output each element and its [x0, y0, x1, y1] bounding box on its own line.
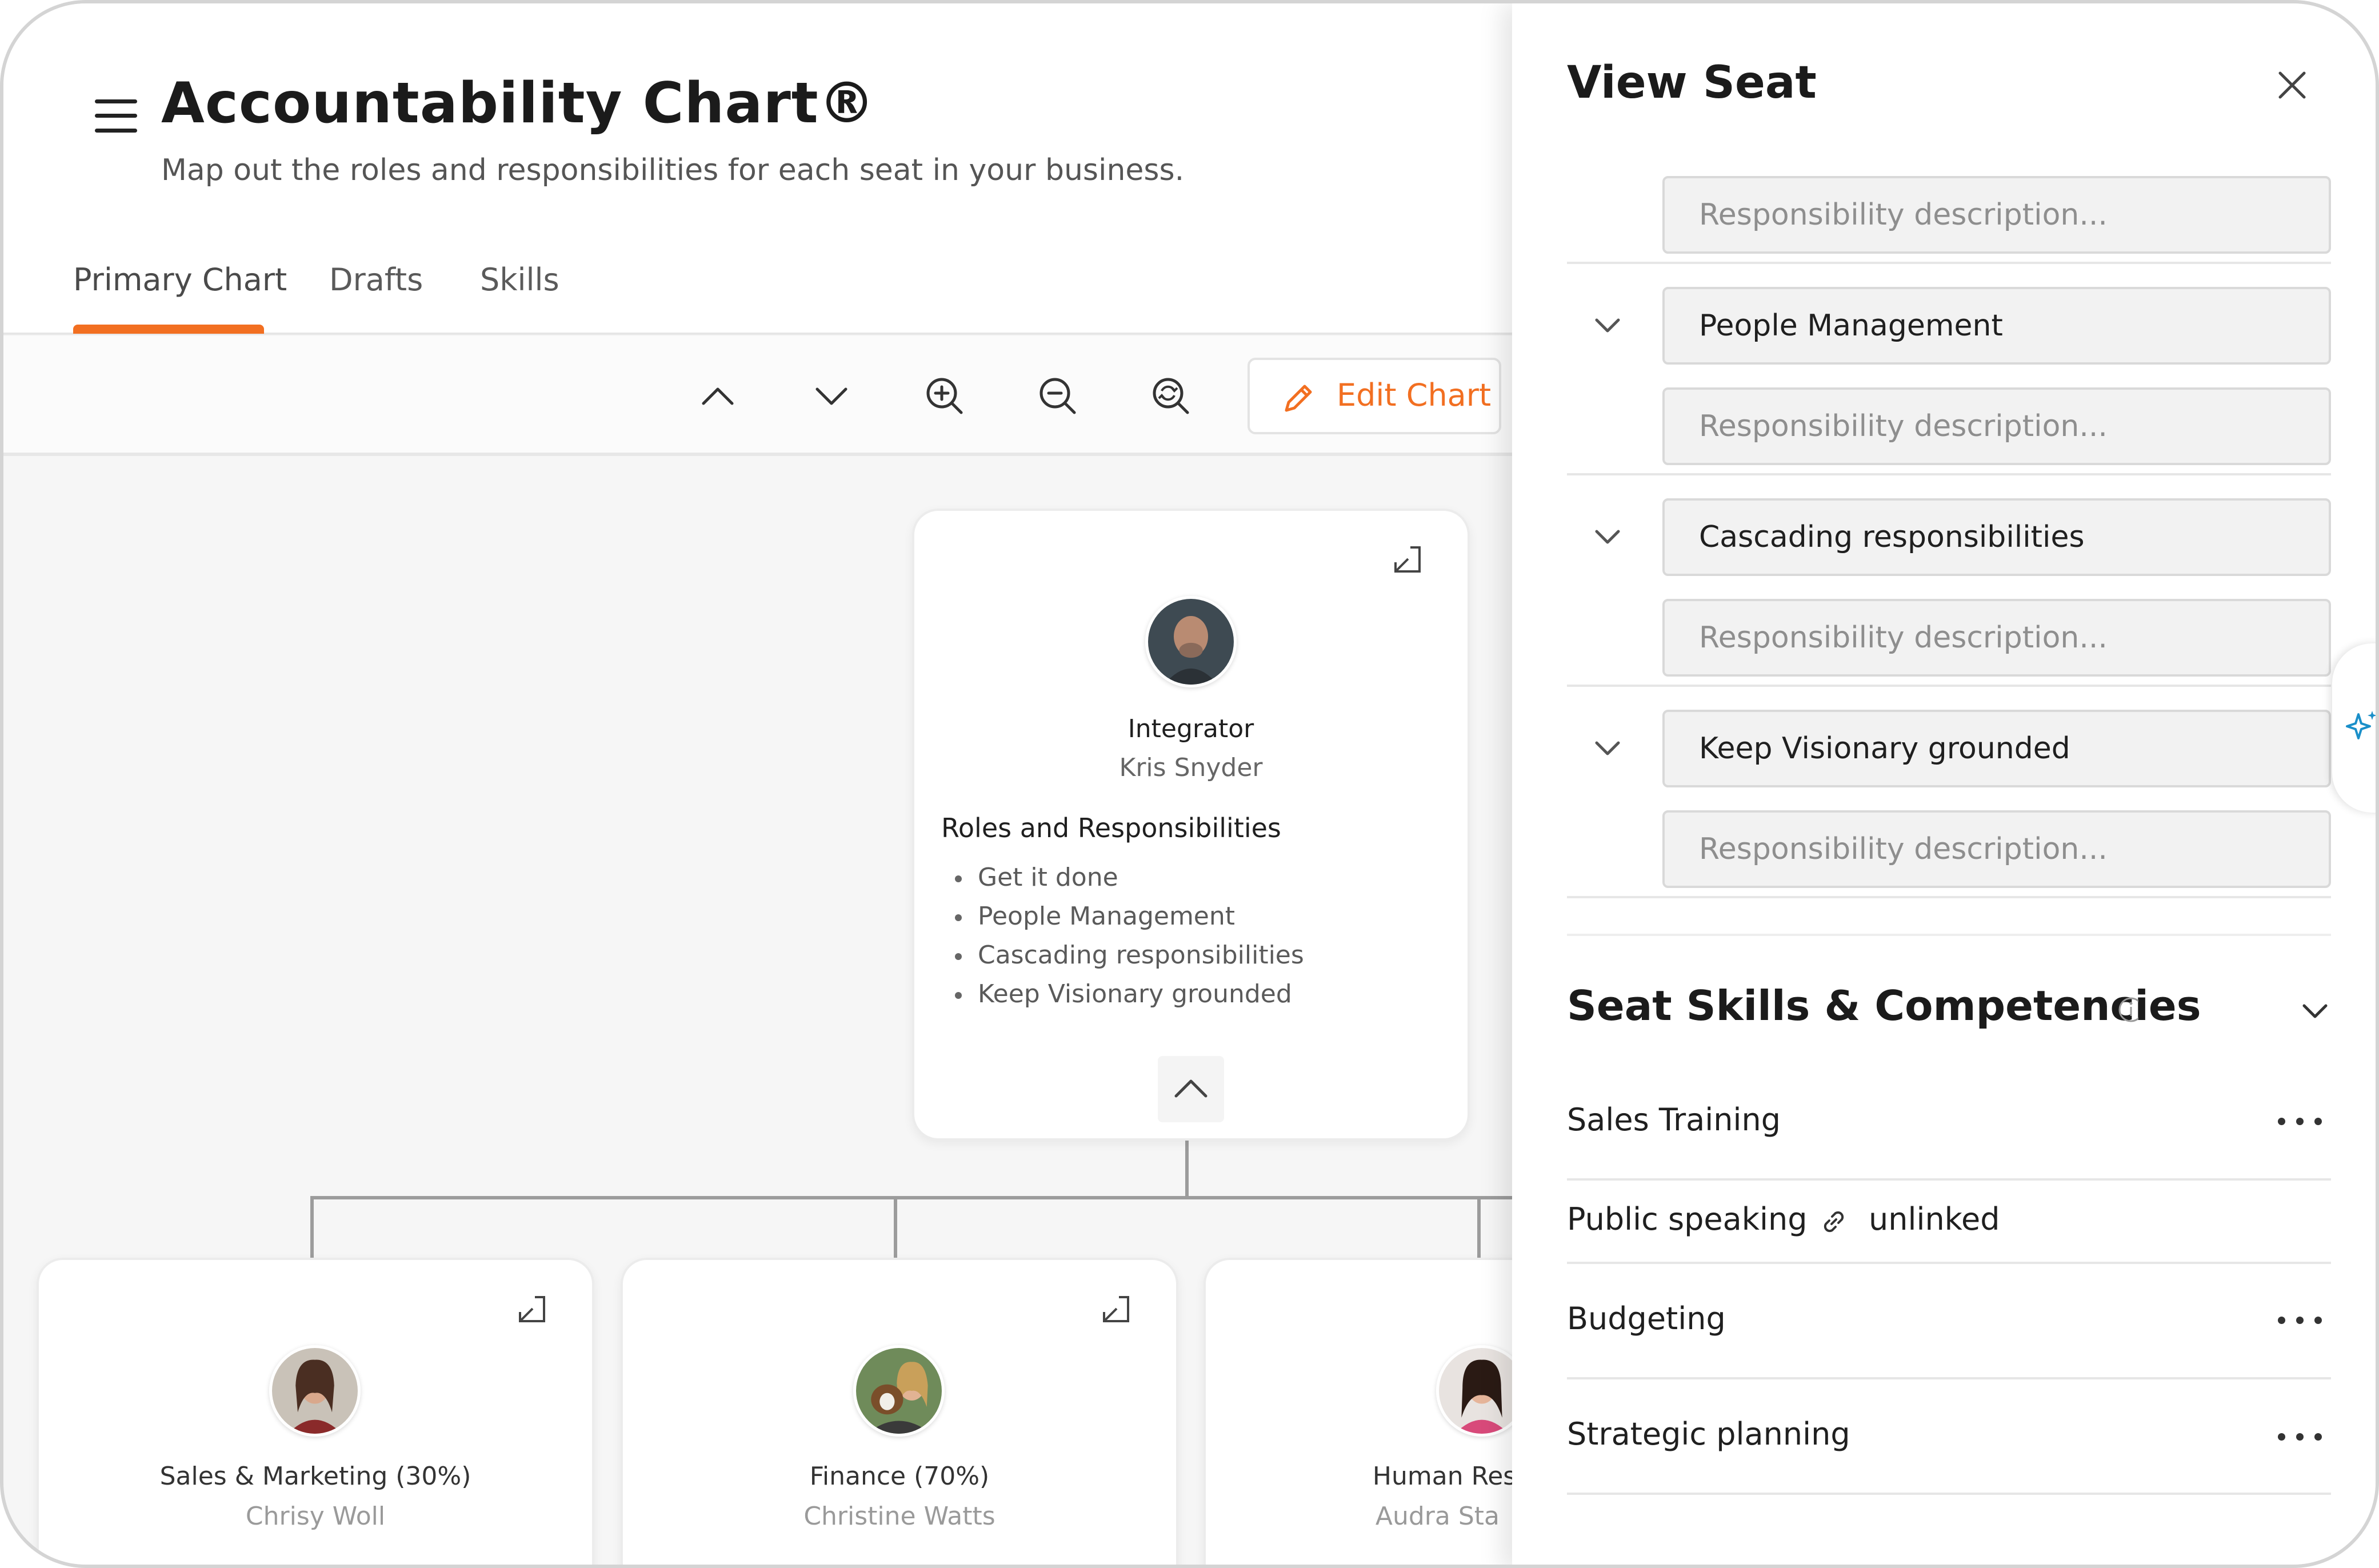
active-tab-indicator [73, 325, 264, 334]
hamburger-menu-icon[interactable] [95, 99, 137, 133]
skill-name: Sales Training [1567, 1102, 1781, 1138]
app-window: Accountability Chart® Map out the roles … [0, 0, 2379, 1568]
zoom-out-icon[interactable] [1032, 370, 1083, 422]
expand-icon[interactable] [512, 1289, 552, 1329]
more-options-icon[interactable] [2278, 1429, 2324, 1446]
close-icon[interactable] [2272, 65, 2312, 105]
collapse-button[interactable] [1158, 1056, 1224, 1122]
view-seat-panel: View Seat Responsibility description... … [1512, 3, 2376, 1565]
divider [1567, 1262, 2331, 1264]
panel-title: View Seat [1567, 57, 1817, 109]
chart-toolbar: Edit Chart [3, 336, 1515, 456]
info-icon[interactable] [2117, 995, 2138, 1024]
roles-list: Get it done People Management Cascading … [955, 858, 1304, 1014]
skill-status: unlinked [1869, 1201, 2000, 1237]
connector-line [894, 1196, 897, 1259]
expand-icon[interactable] [1388, 539, 1428, 579]
avatar [853, 1345, 945, 1437]
chevron-down-icon[interactable] [1589, 729, 1626, 767]
sparkle-icon [2346, 711, 2376, 739]
divider [1567, 473, 2331, 475]
responsibility-description-input[interactable]: Responsibility description... [1662, 387, 2331, 465]
skill-name: Public speaking [1567, 1201, 1808, 1237]
page-title: Accountability Chart® [161, 71, 875, 136]
responsibility-description-input[interactable]: Responsibility description... [1662, 810, 2331, 888]
more-options-icon[interactable] [2278, 1312, 2324, 1329]
list-item: Cascading responsibilities [955, 936, 1304, 975]
seat-person: Christine Watts [803, 1502, 995, 1531]
connector-line [1477, 1196, 1481, 1259]
link-icon [1824, 1211, 1844, 1233]
zoom-reset-icon[interactable] [1145, 370, 1197, 422]
responsibility-description-input[interactable]: Responsibility description... [1662, 599, 2331, 677]
avatar [1145, 596, 1237, 687]
more-options-icon[interactable] [2278, 1113, 2324, 1130]
responsibility-description-input[interactable]: Responsibility description... [1662, 176, 2331, 254]
tab-primary-chart[interactable]: Primary Chart [73, 262, 287, 298]
divider [1567, 685, 2331, 687]
connector-line [310, 1196, 1515, 1199]
chevron-up-icon[interactable] [692, 370, 743, 422]
seat-title: Sales & Marketing (30%) [159, 1462, 471, 1491]
expand-icon[interactable] [1096, 1289, 1136, 1329]
responsibility-input[interactable]: Cascading responsibilities [1662, 498, 2331, 576]
ai-assistant-tab[interactable] [2332, 643, 2376, 813]
chevron-up-icon [1174, 1079, 1208, 1098]
chevron-down-icon[interactable] [2296, 992, 2334, 1030]
roles-heading: Roles and Responsibilities [941, 813, 1281, 843]
responsibility-input[interactable]: Keep Visionary grounded [1662, 710, 2331, 787]
skill-name: Strategic planning [1567, 1416, 1850, 1452]
divider [1567, 896, 2331, 898]
divider [1567, 262, 2331, 264]
chevron-down-icon[interactable] [806, 370, 857, 422]
tab-drafts[interactable]: Drafts [329, 262, 423, 298]
divider [1567, 1178, 2331, 1181]
list-item: People Management [955, 897, 1304, 936]
zoom-in-icon[interactable] [919, 370, 970, 422]
avatar [269, 1345, 361, 1437]
connector-line [1185, 1141, 1189, 1198]
list-item: Keep Visionary grounded [955, 975, 1304, 1014]
page-subtitle: Map out the roles and responsibilities f… [161, 153, 1185, 187]
seat-person: Kris Snyder [1119, 753, 1263, 782]
page-header: Accountability Chart® Map out the roles … [3, 3, 1515, 335]
seat-title: Finance (70%) [809, 1462, 990, 1491]
divider [1567, 934, 2331, 936]
list-item: Get it done [955, 858, 1304, 897]
pencil-icon [1285, 385, 1312, 412]
edit-chart-button[interactable]: Edit Chart [1248, 358, 1501, 434]
connector-line [310, 1196, 314, 1259]
responsibility-input[interactable]: People Management [1662, 287, 2331, 365]
chevron-down-icon[interactable] [1589, 518, 1626, 555]
tab-bar: Primary Chart Drafts Skills [3, 255, 1515, 335]
divider [1567, 1493, 2331, 1495]
chevron-down-icon[interactable] [1589, 306, 1626, 344]
skills-section-title: Seat Skills & Competencies [1567, 982, 2201, 1030]
seat-title: Integrator [1127, 714, 1254, 743]
skill-name: Budgeting [1567, 1301, 1726, 1337]
edit-chart-label: Edit Chart [1337, 377, 1492, 413]
divider [1567, 1377, 2331, 1379]
tab-skills[interactable]: Skills [480, 262, 559, 298]
seat-person: Chrisy Woll [245, 1502, 386, 1531]
